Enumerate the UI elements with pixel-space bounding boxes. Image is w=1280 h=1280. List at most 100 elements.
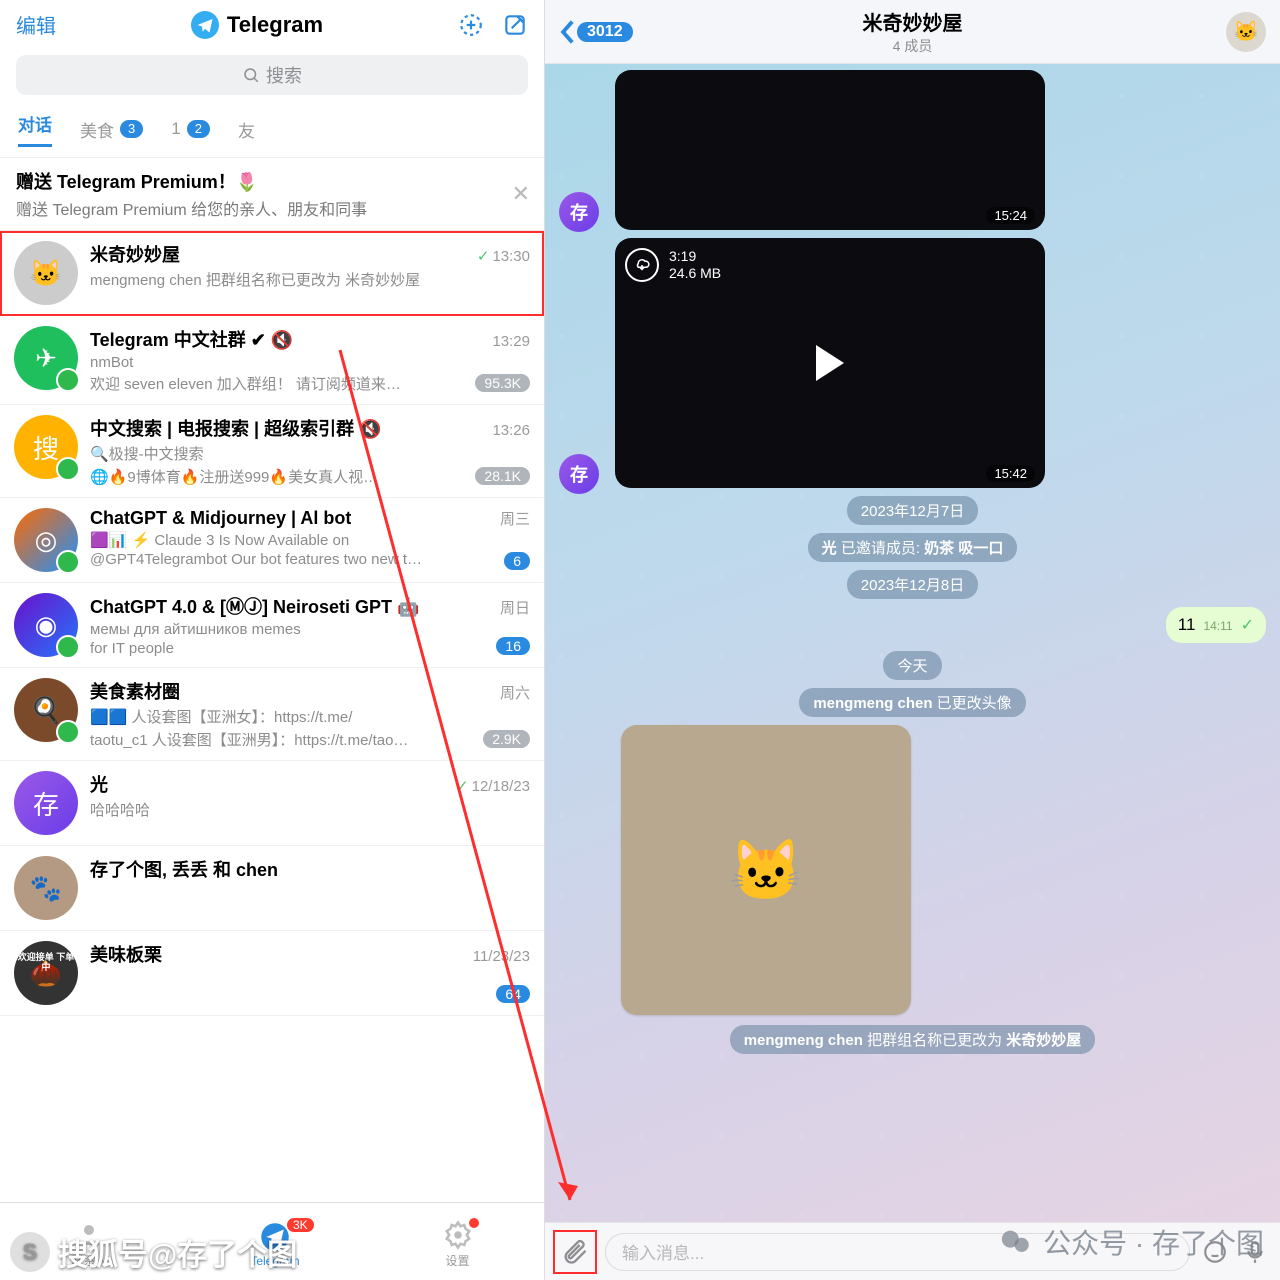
- outgoing-message[interactable]: 11 14:11 ✓: [1166, 607, 1266, 643]
- chat-preview: for IT people: [90, 640, 530, 657]
- chat-avatar: 存: [14, 771, 78, 835]
- chat-avatar: 🌰: [14, 941, 78, 1005]
- chat-time: ✓12/18/23: [456, 777, 530, 795]
- left-header: 编辑 Telegram: [0, 0, 544, 49]
- chat-row[interactable]: ✈Telegram 中文社群 ✔︎ 🔇13:29nmBot欢迎 seven el…: [0, 316, 544, 405]
- sender-avatar[interactable]: 存: [559, 192, 599, 232]
- system-message: mengmeng chen 把群组名称已更改为 米奇妙妙屋: [730, 1025, 1096, 1054]
- app-title: Telegram: [191, 11, 323, 39]
- chat-list: 🐱米奇妙妙屋✓13:30mengmeng chen 把群组名称已更改为 米奇妙妙…: [0, 231, 544, 1202]
- chat-preview: taotu_c1 人设套图【亚洲男】：https://t.me/tao…: [90, 729, 530, 750]
- play-icon[interactable]: [816, 345, 844, 381]
- search-icon: [242, 66, 260, 84]
- chat-name: 米奇妙妙屋: [90, 241, 180, 267]
- message-text: 11: [1178, 615, 1196, 635]
- new-group-icon[interactable]: [458, 12, 484, 38]
- chat-time: 11/23/23: [473, 948, 530, 965]
- chat-row[interactable]: 🌰欢迎接单 下单 中美味板栗11/23/2364: [0, 931, 544, 1016]
- chat-preview: nmBot: [90, 354, 530, 371]
- chat-avatar: ◎: [14, 508, 78, 572]
- back-button[interactable]: 3012: [559, 19, 633, 45]
- tab-dialogs[interactable]: 对话: [18, 111, 52, 147]
- unread-badge: 28.1K: [475, 467, 530, 485]
- tab-friends[interactable]: 友: [238, 111, 255, 147]
- chat-preview: 🔍极搜-中文搜索: [90, 443, 530, 464]
- unread-badge: 6: [504, 552, 530, 570]
- chat-title-block[interactable]: 米奇妙妙屋 4 成员: [863, 7, 963, 56]
- photo-message[interactable]: 15:24: [615, 70, 1045, 230]
- download-info: 3:1924.6 MB: [625, 248, 721, 282]
- search-input[interactable]: 搜索: [16, 55, 528, 95]
- chat-preview: @GPT4Telegrambot Our bot features two ne…: [90, 551, 530, 568]
- date-separator: 今天: [883, 651, 941, 680]
- message-time: 14:11: [1203, 619, 1232, 633]
- chat-time: 13:29: [492, 333, 530, 350]
- chat-pane: 3012 米奇妙妙屋 4 成员 🐱 存 15:24 存 3:1924.6 MB: [545, 0, 1280, 1280]
- avatar-overlay-text: 欢迎接单 下单 中: [14, 953, 78, 973]
- chat-row[interactable]: 搜中文搜索 | 电报搜索 | 超级索引群 🔇13:26🔍极搜-中文搜索🌐🔥9博体…: [0, 405, 544, 498]
- chat-time: 13:26: [492, 422, 530, 439]
- unread-badge: 16: [496, 637, 530, 655]
- settings-notification-dot: [469, 1218, 479, 1228]
- wechat-icon: [999, 1225, 1033, 1259]
- app-name: Telegram: [227, 12, 323, 38]
- chat-avatar: 🍳: [14, 678, 78, 742]
- chat-title: 米奇妙妙屋: [863, 7, 963, 36]
- avatar-change-image[interactable]: 🐱: [621, 725, 911, 1015]
- chat-list-pane: 编辑 Telegram 搜索 对话: [0, 0, 545, 1280]
- chat-preview: 🟦🟦 人设套图【亚洲女】：https://t.me/: [90, 706, 530, 727]
- messages-area[interactable]: 存 15:24 存 3:1924.6 MB 15:42 2023年12月7日 光…: [545, 64, 1280, 1222]
- chat-name: 中文搜索 | 电报搜索 | 超级索引群 🔇: [90, 415, 382, 441]
- system-message: 光 已邀请成员: 奶茶 吸一口: [808, 533, 1018, 562]
- member-count: 4 成员: [863, 36, 963, 56]
- unread-badge: 95.3K: [475, 374, 530, 392]
- chat-name: 美食素材圈: [90, 678, 180, 704]
- system-message: mengmeng chen 已更改头像: [799, 688, 1025, 717]
- chat-avatar: ◉: [14, 593, 78, 657]
- chat-name: 存了个图, 丢丢 和 chen: [90, 856, 278, 882]
- sender-avatar[interactable]: 存: [559, 454, 599, 494]
- chat-name: ChatGPT 4.0 & [ⓂⒿ] Neiroseti GPT 🤖: [90, 593, 419, 619]
- chat-name: ChatGPT & Midjourney | Al bot: [90, 508, 351, 529]
- chat-row[interactable]: 🍳 美食素材圈 周六 🟦🟦 人设套图【亚洲女】：https://t.me/taotu_…: [0, 668, 544, 761]
- tab-food[interactable]: 美食3: [80, 111, 143, 147]
- promo-subtitle: 赠送 Telegram Premium 给您的亲人、朋友和同事: [16, 196, 528, 220]
- chat-row[interactable]: 🐱米奇妙妙屋✓13:30mengmeng chen 把群组名称已更改为 米奇妙妙…: [0, 231, 544, 316]
- chat-row[interactable]: 🐾存了个图, 丢丢 和 chen: [0, 846, 544, 931]
- sent-check-icon: ✓: [456, 778, 469, 795]
- chat-name: 光: [90, 771, 108, 797]
- folder-tabs: 对话 美食3 12 友: [0, 105, 544, 158]
- chat-name: Telegram 中文社群 ✔︎ 🔇: [90, 326, 293, 352]
- chat-preview: 哈哈哈哈: [90, 799, 530, 820]
- settings-icon: [443, 1220, 473, 1250]
- chat-time: 周三: [500, 508, 530, 529]
- message-time: 15:24: [986, 207, 1035, 224]
- close-icon[interactable]: ✕: [512, 181, 530, 207]
- chat-row[interactable]: ◎ ChatGPT & Midjourney | Al bot 周三 🟪📊 ⚡ Cla…: [0, 498, 544, 583]
- chat-row[interactable]: ◉ChatGPT 4.0 & [ⓂⒿ] Neiroseti GPT 🤖周日 ме…: [0, 583, 544, 668]
- premium-promo[interactable]: 赠送 Telegram Premium！🌷 赠送 Telegram Premiu…: [0, 158, 544, 231]
- video-message[interactable]: 3:1924.6 MB 15:42: [615, 238, 1045, 488]
- compose-icon[interactable]: [502, 12, 528, 38]
- chevron-left-icon: [559, 19, 575, 45]
- edit-button[interactable]: 编辑: [16, 10, 56, 39]
- chat-time: 周六: [500, 682, 530, 703]
- chat-row[interactable]: 存光 ✓12/18/23 哈哈哈哈: [0, 761, 544, 846]
- message-time: 15:42: [986, 465, 1035, 482]
- chat-avatar: ✈: [14, 326, 78, 390]
- watermark-right: 公众号 · 存了个图: [999, 1222, 1264, 1262]
- tab-settings[interactable]: 设置: [443, 1220, 473, 1269]
- date-separator: 2023年12月8日: [847, 570, 978, 599]
- watermark-left: S搜狐号@存了个图: [10, 1230, 297, 1274]
- chat-time: 周日: [500, 597, 530, 618]
- telegram-logo-icon: [191, 11, 219, 39]
- chat-time: ✓13:30: [477, 247, 530, 265]
- chat-avatar[interactable]: 🐱: [1226, 12, 1266, 52]
- chat-preview: 🟪📊 ⚡ Claude 3 Is Now Available on: [90, 531, 530, 549]
- tab-1[interactable]: 12: [171, 111, 210, 147]
- chat-avatar: 🐱: [14, 241, 78, 305]
- download-icon[interactable]: [625, 248, 659, 282]
- attach-icon[interactable]: [557, 1234, 593, 1270]
- unread-badge: 64: [496, 985, 530, 1003]
- promo-title: 赠送 Telegram Premium！🌷: [16, 168, 528, 194]
